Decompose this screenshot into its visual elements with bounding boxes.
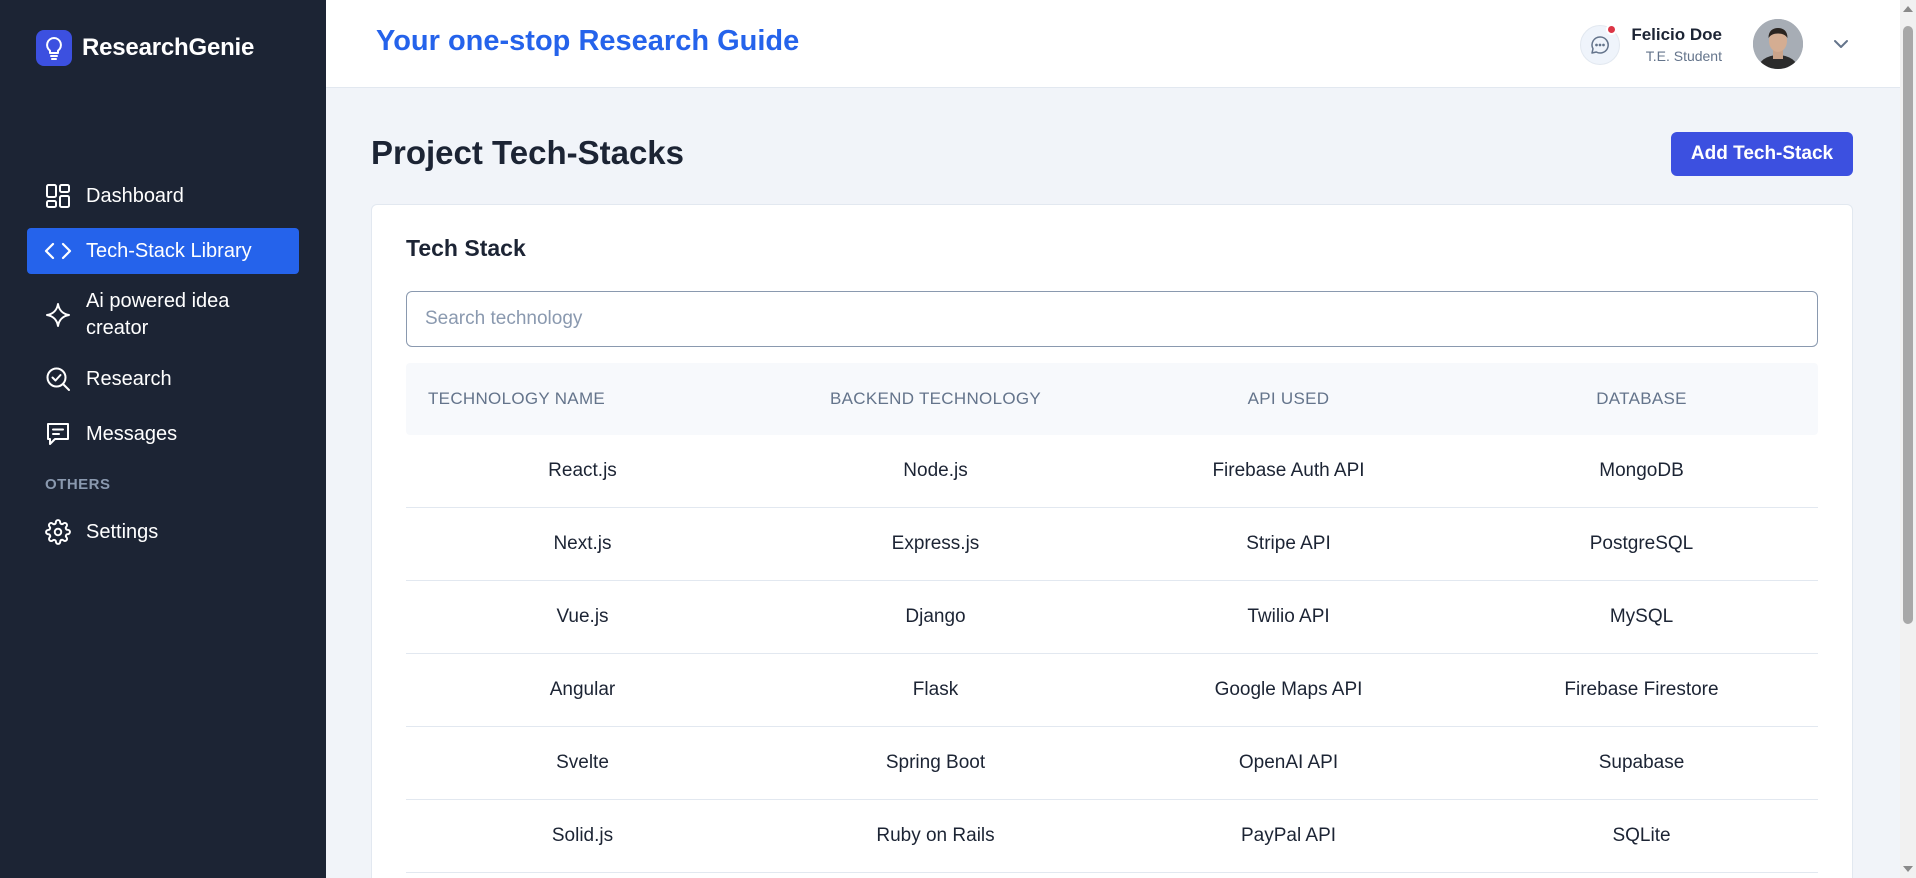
sidebar-item-label: Dashboard [86,184,184,207]
cell-backend-technology: Node.js [903,460,968,481]
search-check-icon [44,365,72,393]
sidebar-item-research[interactable]: Research [27,356,299,402]
top-header: Your one-stop Research Guide Felicio Doe… [326,0,1900,88]
code-brackets-icon [44,237,72,265]
message-icon [44,420,72,448]
cell-api-used: Firebase Auth API [1212,460,1365,481]
cell-technology-name: Solid.js [551,825,614,846]
sidebar-item-label: Messages [86,422,178,445]
table-row[interactable]: Next.js Express.js Stripe API PostgreSQL [406,508,1818,581]
sidebar-item-settings[interactable]: Settings [27,509,299,555]
header-title: Your one-stop Research Guide [376,25,800,57]
page-scrollbar[interactable] [1900,0,1916,878]
cell-database: Firebase Firestore [1564,679,1719,700]
cell-backend-technology: Express.js [891,533,980,554]
scroll-up-arrow-icon[interactable] [1903,6,1913,12]
chat-notification-button[interactable] [1580,24,1620,65]
table-row[interactable]: React.js Node.js Firebase Auth API Mongo… [406,435,1818,508]
cell-api-used: Google Maps API [1214,679,1363,700]
tech-stack-card: Tech Stack TECHNOLOGY NAME BACKEND TECHN… [371,204,1853,878]
cell-database: Supabase [1598,752,1685,773]
column-header-technology-name: TECHNOLOGY NAME [428,389,606,408]
table-row[interactable]: Angular Flask Google Maps API Firebase F… [406,654,1818,727]
add-tech-stack-button[interactable]: Add Tech-Stack [1671,132,1853,176]
cell-database: SQLite [1612,825,1671,846]
cell-api-used: Twilio API [1247,606,1330,627]
gear-icon [44,518,72,546]
chat-bubble-icon [1590,35,1610,55]
sidebar-nav: Dashboard Tech-Stack Library Ai powered … [27,173,299,564]
cell-api-used: Stripe API [1246,533,1331,554]
table-row[interactable]: Solid.js Ruby on Rails PayPal API SQLite [406,800,1818,873]
sidebar-item-label: Research [86,367,172,390]
chevron-down-icon[interactable] [1831,34,1851,54]
cell-technology-name: Angular [549,679,616,700]
cell-backend-technology: Flask [912,679,959,700]
sidebar-item-label: Ai powered idea creator [86,290,230,339]
sidebar-item-messages[interactable]: Messages [27,411,299,457]
card-title: Tech Stack [406,235,526,261]
user-role: T.E. Student [1645,48,1722,64]
avatar[interactable] [1753,19,1803,69]
tech-stack-table: TECHNOLOGY NAME BACKEND TECHNOLOGY API U… [406,363,1818,873]
column-header-database: DATABASE [1596,389,1687,408]
cell-backend-technology: Ruby on Rails [876,825,995,846]
sidebar-item-ai-idea-creator[interactable]: Ai powered idea creator [27,283,299,347]
cell-technology-name: Next.js [553,533,612,554]
sidebar: ResearchGenie Dashboard Tech-Stack Libra… [0,0,326,878]
cell-api-used: OpenAI API [1238,752,1339,773]
page-title: Project Tech-Stacks [371,134,685,171]
cell-technology-name: Vue.js [556,606,609,627]
cell-api-used: PayPal API [1240,825,1337,846]
table-row[interactable]: Svelte Spring Boot OpenAI API Supabase [406,727,1818,800]
cell-technology-name: Svelte [556,752,609,773]
cell-backend-technology: Spring Boot [885,752,986,773]
scroll-down-arrow-icon[interactable] [1903,866,1913,872]
cell-database: PostgreSQL [1589,533,1694,554]
sidebar-item-tech-stack-library[interactable]: Tech-Stack Library [27,228,299,274]
search-input[interactable] [406,291,1818,347]
dashboard-grid-icon [44,182,72,210]
table-header: TECHNOLOGY NAME BACKEND TECHNOLOGY API U… [406,363,1818,435]
sparkle-icon [44,301,72,329]
scrollbar-thumb[interactable] [1903,26,1913,624]
user-name[interactable]: Felicio Doe [1631,25,1722,45]
brand[interactable]: ResearchGenie [36,30,254,66]
sidebar-item-label: Tech-Stack Library [86,239,252,262]
brand-name: ResearchGenie [82,34,255,61]
sidebar-item-dashboard[interactable]: Dashboard [27,173,299,219]
table-row[interactable]: Vue.js Django Twilio API MySQL [406,581,1818,654]
lightbulb-icon [36,30,72,66]
sidebar-section-others: OTHERS [45,476,111,493]
column-header-api-used: API USED [1247,389,1330,408]
sidebar-item-label: Settings [86,520,159,543]
cell-backend-technology: Django [905,606,966,627]
cell-database: MySQL [1609,606,1674,627]
notification-dot [1606,24,1617,35]
cell-database: MongoDB [1599,460,1684,481]
column-header-backend-technology: BACKEND TECHNOLOGY [829,389,1042,408]
cell-technology-name: React.js [548,460,617,481]
